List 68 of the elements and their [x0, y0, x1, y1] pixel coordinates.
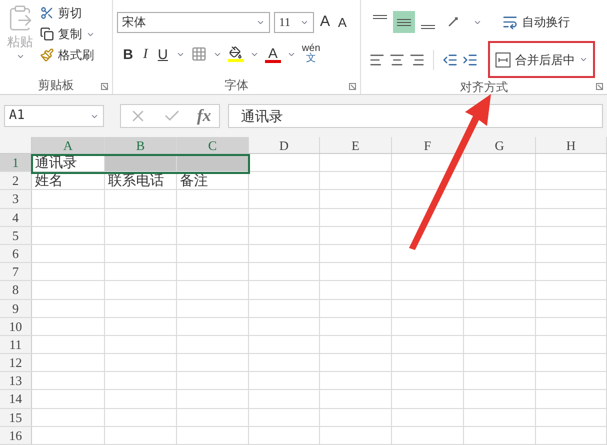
font-color-button[interactable]: A [264, 46, 281, 62]
column-header[interactable]: D [279, 138, 289, 153]
align-center-icon[interactable] [389, 52, 405, 68]
cell-text: 联系电话 [108, 172, 164, 188]
decrease-indent-icon[interactable] [442, 52, 458, 68]
grow-font-button[interactable]: A [318, 11, 332, 34]
row-header[interactable]: 16 [0, 426, 32, 444]
column-header[interactable]: C [208, 138, 217, 153]
lines-icon [421, 25, 435, 29]
row-header[interactable]: 10 [0, 318, 32, 335]
lines-icon [373, 15, 387, 19]
middle-align-button[interactable] [393, 11, 415, 33]
increase-indent-icon[interactable] [462, 52, 478, 68]
group-label: 对齐方式 [459, 79, 509, 96]
row-header[interactable]: 8 [0, 281, 32, 298]
column-header[interactable]: F [424, 138, 432, 153]
format-painter-button[interactable]: 格式刷 [40, 46, 95, 64]
lines-icon [397, 18, 411, 26]
align-left-icon[interactable] [369, 52, 385, 68]
wrap-text-button[interactable]: 自动换行 [502, 13, 570, 31]
italic-button[interactable]: I [141, 44, 150, 64]
column-header[interactable]: H [566, 138, 576, 153]
row-header[interactable]: 4 [0, 208, 32, 226]
borders-icon[interactable] [190, 46, 207, 62]
column-header[interactable]: A [63, 138, 73, 153]
column-header[interactable]: G [494, 138, 504, 153]
dialog-launcher-icon[interactable] [349, 83, 356, 90]
shrink-font-button[interactable]: A [336, 12, 349, 32]
formula-field[interactable]: 通讯录 [228, 104, 603, 128]
dialog-launcher-icon[interactable] [101, 83, 108, 90]
phonetic-button[interactable]: wén 文 [302, 44, 320, 64]
row-header[interactable]: 11 [0, 336, 32, 354]
group-label: 剪贴板 [37, 77, 75, 94]
row-header[interactable]: 14 [0, 390, 32, 408]
align-right-icon[interactable] [409, 52, 425, 68]
group-label: 字体 [224, 77, 250, 94]
scissors-icon [40, 6, 54, 20]
dialog-launcher-icon[interactable] [596, 83, 603, 90]
row-header[interactable]: 6 [0, 244, 32, 262]
fill-color-button[interactable] [228, 46, 244, 62]
row-header[interactable]: 9 [0, 300, 32, 317]
paintbrush-icon [40, 48, 54, 62]
cell-text: 备注 [180, 172, 208, 188]
underline-button[interactable]: U [156, 44, 170, 64]
paint-bucket-icon [229, 46, 242, 59]
row-header[interactable]: 2 [0, 172, 32, 190]
font-name-field[interactable]: 宋体 [117, 12, 270, 33]
bold-button[interactable]: B [121, 44, 136, 64]
column-header[interactable]: B [136, 138, 145, 153]
copy-button[interactable]: 复制 [40, 25, 82, 43]
copy-icon [40, 27, 54, 41]
caret-icon[interactable] [579, 55, 588, 64]
row-header[interactable]: 15 [0, 408, 32, 426]
merge-center-button[interactable]: 合并后居中 [492, 45, 591, 74]
cell-text: 姓名 [35, 172, 63, 188]
font-size-field[interactable]: 11 [274, 12, 314, 33]
insert-function-button[interactable]: fx [197, 103, 212, 129]
row-header[interactable]: 1 [0, 154, 32, 172]
row-header[interactable]: 7 [0, 263, 32, 280]
column-header[interactable]: E [352, 138, 360, 153]
merge-cells-icon [495, 52, 511, 68]
row-header[interactable]: 5 [0, 226, 32, 244]
row-header[interactable]: 3 [0, 190, 32, 208]
cut-button[interactable]: 剪切 [40, 4, 95, 22]
name-box[interactable]: A1 [4, 105, 104, 127]
row-header[interactable]: 12 [0, 354, 32, 372]
row-header[interactable]: 13 [0, 372, 32, 390]
wrap-text-icon [502, 14, 518, 30]
